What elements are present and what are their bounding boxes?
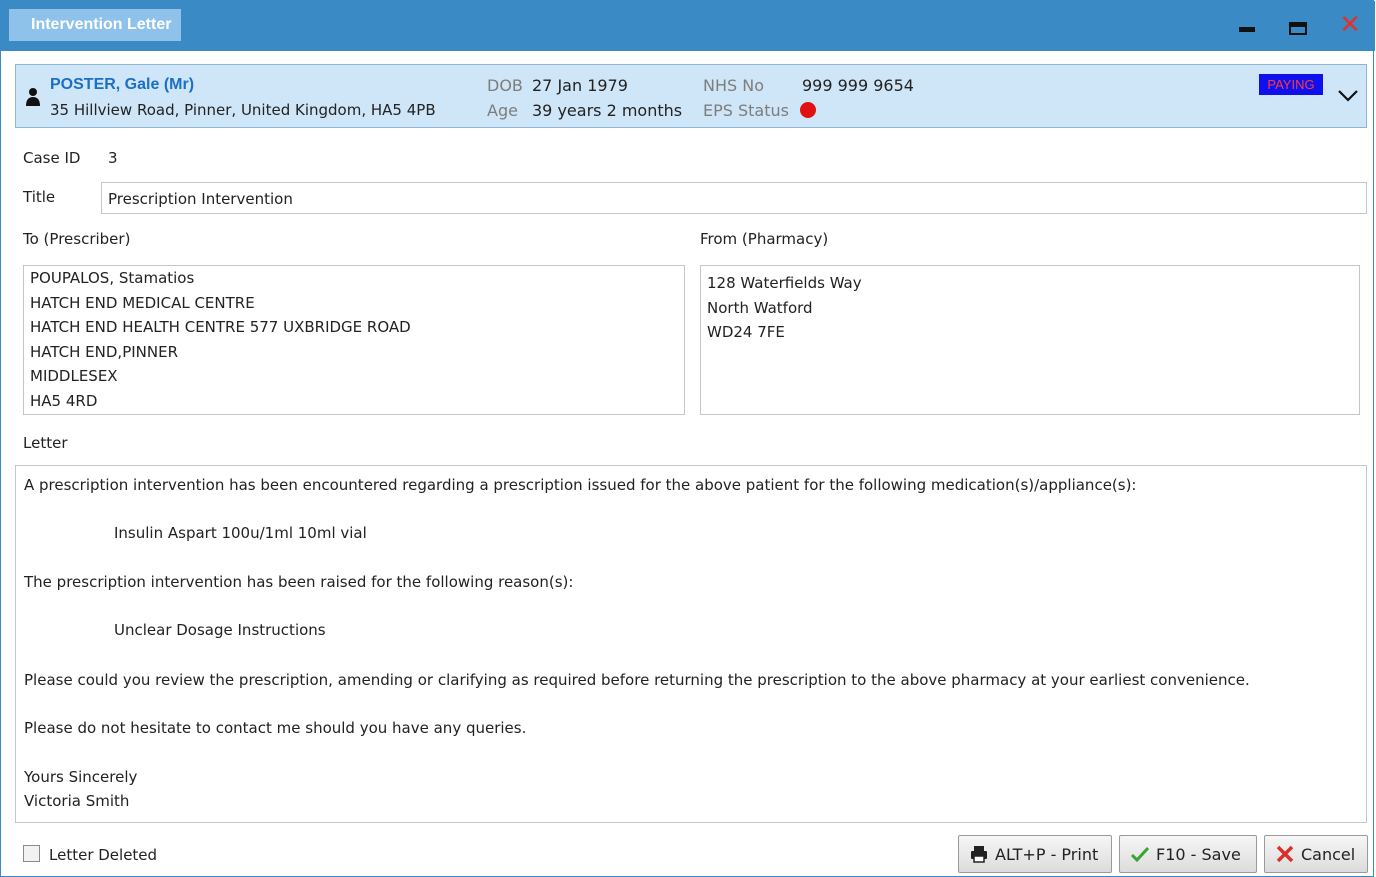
- eps-status-indicator: [800, 102, 816, 118]
- from-pharmacy-label: From (Pharmacy): [700, 230, 829, 248]
- from-pharmacy-field[interactable]: 128 Waterfields Way North Watford WD24 7…: [700, 265, 1360, 415]
- letter-reason: Unclear Dosage Instructions: [114, 621, 326, 639]
- nhs-label: NHS No: [703, 76, 764, 95]
- letter-medication: Insulin Aspart 100u/1ml 10ml vial: [114, 524, 367, 542]
- minimize-icon[interactable]: [1237, 14, 1261, 38]
- letter-reason-intro: The prescription intervention has been r…: [24, 573, 574, 591]
- intervention-letter-window: Intervention Letter ✕ POSTER, Gale (Mr) …: [0, 0, 1375, 877]
- cancel-button[interactable]: Cancel: [1264, 835, 1368, 873]
- person-icon: [26, 88, 40, 106]
- dob-value: 27 Jan 1979: [532, 76, 628, 95]
- window-title: Intervention Letter: [9, 9, 182, 41]
- from-line: WD24 7FE: [707, 323, 785, 341]
- letter-body-field[interactable]: A prescription intervention has been enc…: [15, 465, 1367, 823]
- letter-contact: Please do not hesitate to contact me sho…: [24, 719, 527, 737]
- letter-deleted-label: Letter Deleted: [49, 846, 158, 864]
- patient-banner: POSTER, Gale (Mr) 35 Hillview Road, Pinn…: [15, 64, 1367, 128]
- from-line: North Watford: [707, 298, 813, 317]
- cancel-button-label: Cancel: [1301, 844, 1356, 864]
- to-line: HATCH END MEDICAL CENTRE: [30, 293, 255, 312]
- to-line: HA5 4RD: [30, 391, 98, 410]
- patient-address: 35 Hillview Road, Pinner, United Kingdom…: [50, 101, 436, 119]
- printer-icon: [971, 846, 987, 863]
- save-button[interactable]: F10 - Save: [1119, 835, 1257, 873]
- case-id-label: Case ID: [23, 149, 81, 167]
- print-button-label: ALT+P - Print: [995, 844, 1099, 864]
- title-label: Title: [23, 188, 56, 206]
- letter-closing: Yours Sincerely: [24, 768, 138, 786]
- dob-label: DOB: [487, 76, 523, 95]
- cancel-x-icon: [1276, 845, 1294, 863]
- save-button-label: F10 - Save: [1156, 844, 1241, 864]
- print-button[interactable]: ALT+P - Print: [958, 835, 1112, 873]
- letter-deleted-checkbox[interactable]: [23, 845, 40, 862]
- to-line: POUPALOS, Stamatios: [30, 269, 195, 287]
- paying-badge: PAYING: [1259, 74, 1323, 95]
- to-prescriber-field[interactable]: POUPALOS, Stamatios HATCH END MEDICAL CE…: [23, 265, 685, 415]
- nhs-value: 999 999 9654: [802, 76, 914, 95]
- letter-request: Please could you review the prescription…: [24, 671, 1250, 689]
- age-label: Age: [487, 101, 518, 120]
- maximize-icon[interactable]: [1287, 14, 1311, 38]
- from-line: 128 Waterfields Way: [707, 274, 862, 292]
- letter-label: Letter: [23, 434, 68, 452]
- eps-status-label: EPS Status: [703, 101, 789, 120]
- checkmark-icon: [1130, 846, 1150, 863]
- to-line: MIDDLESEX: [30, 367, 118, 385]
- case-id-value: 3: [108, 149, 118, 167]
- to-line: HATCH END HEALTH CENTRE 577 UXBRIDGE ROA…: [30, 318, 411, 336]
- title-bar: Intervention Letter ✕: [1, 1, 1375, 51]
- letter-signature: Victoria Smith: [24, 792, 130, 810]
- close-icon[interactable]: ✕: [1338, 12, 1362, 38]
- patient-name[interactable]: POSTER, Gale (Mr): [50, 76, 194, 94]
- chevron-down-icon[interactable]: [1336, 85, 1360, 105]
- to-prescriber-label: To (Prescriber): [23, 230, 131, 248]
- title-input[interactable]: Prescription Intervention: [101, 182, 1367, 214]
- age-value: 39 years 2 months: [532, 101, 683, 120]
- to-line: HATCH END,PINNER: [30, 342, 179, 361]
- letter-intro: A prescription intervention has been enc…: [24, 476, 1137, 494]
